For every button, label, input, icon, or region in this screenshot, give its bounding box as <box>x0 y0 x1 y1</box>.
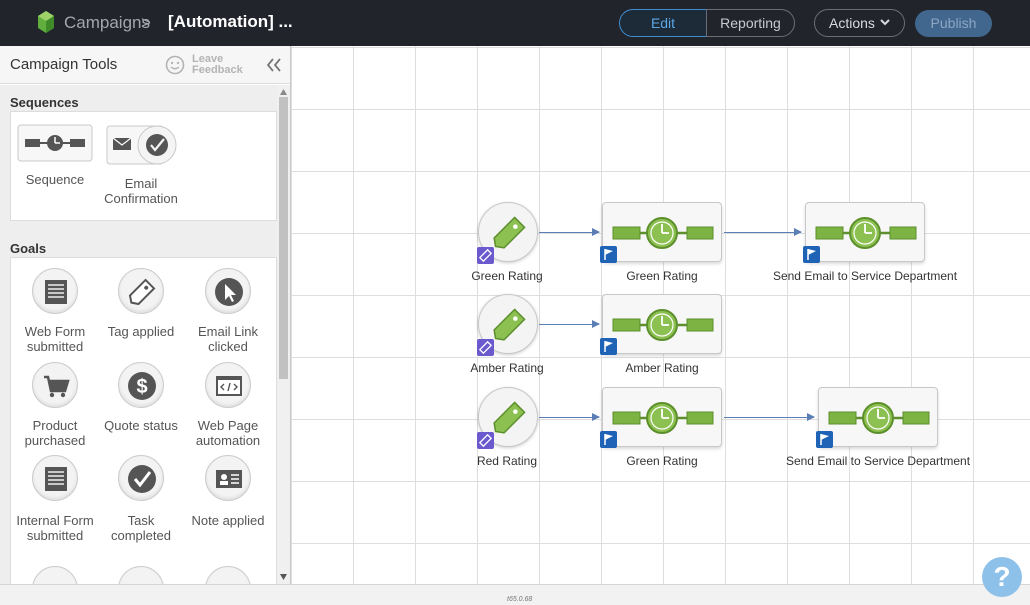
sequence-label: Green Rating <box>626 269 698 283</box>
tool-tag-applied[interactable]: Tag applied <box>101 268 181 358</box>
actions-button[interactable]: Actions <box>814 9 905 37</box>
tool-task-completed[interactable]: Task completed <box>101 455 181 555</box>
flag-badge-icon <box>600 431 617 448</box>
flag-badge-icon <box>600 338 617 355</box>
version-label: t65.0.68 <box>507 596 533 603</box>
sidebar-scroll-area[interactable]: Sequences Sequence Email Confirmation Go… <box>0 85 290 584</box>
feedback-line-2: Feedback <box>192 64 243 76</box>
tag-badge-icon <box>477 432 494 449</box>
sequence-node[interactable] <box>602 294 722 354</box>
tag-icon <box>118 268 164 314</box>
tool-email-link-label: Email Link clicked <box>198 324 258 354</box>
flag-badge-icon <box>803 246 820 263</box>
svg-text:$: $ <box>136 376 147 398</box>
sequence-label: Send Email to Service Department <box>785 454 971 468</box>
cart-icon <box>32 362 78 408</box>
web-page-code-icon <box>205 362 251 408</box>
note-card-icon <box>205 455 251 501</box>
connector-arrow <box>539 413 600 421</box>
scroll-down-icon[interactable] <box>280 574 287 580</box>
scroll-up-icon[interactable] <box>280 89 287 95</box>
sequence-timer-icon <box>828 402 930 434</box>
smiley-icon[interactable] <box>165 55 185 75</box>
web-form-icon <box>32 268 78 314</box>
publish-button[interactable]: Publish <box>915 10 992 37</box>
internal-form-icon <box>32 455 78 501</box>
tool-quote-status[interactable]: $ Quote status <box>101 362 181 452</box>
top-bar: Campaigns > [Automation] ... Edit Report… <box>0 0 1030 46</box>
goal-label: Amber Rating <box>470 361 544 375</box>
tool-note-applied-label: Note applied <box>191 513 265 528</box>
campaign-tools-sidebar: Campaign Tools Leave Feedback Sequences <box>0 46 291 584</box>
tool-email-confirmation[interactable]: Email Confirmation <box>101 124 181 206</box>
sidebar-scrollbar[interactable] <box>277 85 290 584</box>
tool-web-form-label: Web Form submitted <box>24 324 86 354</box>
tool-quote-status-label: Quote status <box>104 418 178 433</box>
tool-internal-form-label: Internal Form submitted <box>16 513 94 543</box>
sequence-node[interactable] <box>602 387 722 447</box>
email-confirmation-icon <box>106 125 177 165</box>
tool-task-completed-label: Task completed <box>111 513 171 543</box>
goal-partial-icon[interactable] <box>205 566 251 584</box>
goals-panel: Web Form submitted Tag applied Email Lin… <box>10 257 277 584</box>
flag-badge-icon <box>816 431 833 448</box>
connector-arrow <box>724 413 815 421</box>
tab-reporting[interactable]: Reporting <box>706 9 795 37</box>
sequence-timer-icon <box>612 217 714 249</box>
breadcrumb-campaigns[interactable]: Campaigns <box>64 13 150 33</box>
sidebar-title: Campaign Tools <box>10 56 118 73</box>
tool-sequence[interactable]: Sequence <box>15 124 95 194</box>
tool-tag-applied-label: Tag applied <box>107 324 175 339</box>
breadcrumb-separator: > <box>141 13 151 32</box>
tool-web-page-automation[interactable]: Web Page automation <box>188 362 268 452</box>
actions-label: Actions <box>829 15 875 31</box>
tool-web-form-submitted[interactable]: Web Form submitted <box>15 268 95 358</box>
sequence-icon <box>17 124 93 162</box>
tool-email-confirmation-label: Email Confirmation <box>104 176 178 206</box>
task-check-icon <box>118 455 164 501</box>
help-question-icon: ? <box>993 561 1011 592</box>
app-logo-icon <box>38 11 54 33</box>
sequence-node[interactable] <box>805 202 925 262</box>
sequence-node[interactable] <box>818 387 938 447</box>
cursor-icon <box>205 268 251 314</box>
goal-label: Red Rating <box>476 454 538 468</box>
tool-note-applied[interactable]: Note applied <box>188 455 268 555</box>
sequence-node[interactable] <box>602 202 722 262</box>
connector-arrow <box>539 228 600 236</box>
tag-badge-icon <box>477 339 494 356</box>
tab-edit[interactable]: Edit <box>619 9 707 37</box>
connector-arrow <box>724 228 802 236</box>
goal-partial-icon[interactable] <box>118 566 164 584</box>
sequence-label: Green Rating <box>626 454 698 468</box>
sequence-timer-icon <box>612 309 714 341</box>
sequence-label: Amber Rating <box>625 361 699 375</box>
section-sequences-label: Sequences <box>10 95 79 110</box>
flag-badge-icon <box>600 246 617 263</box>
sequences-panel: Sequence Email Confirmation <box>10 111 277 221</box>
connector-arrow <box>539 320 600 328</box>
leave-feedback-link[interactable]: Leave Feedback <box>192 54 243 76</box>
dollar-icon: $ <box>118 362 164 408</box>
sequence-timer-icon <box>815 217 917 249</box>
tool-internal-form-submitted[interactable]: Internal Form submitted <box>15 455 95 555</box>
tool-sequence-label: Sequence <box>25 172 85 187</box>
chevron-down-icon <box>880 19 890 26</box>
sidebar-header: Campaign Tools Leave Feedback <box>0 46 290 84</box>
section-goals-label: Goals <box>10 241 47 256</box>
campaign-title: [Automation] ... <box>168 12 293 31</box>
scroll-thumb[interactable] <box>279 97 288 379</box>
tool-product-purchased[interactable]: Product purchased <box>15 362 95 452</box>
sequence-timer-icon <box>612 402 714 434</box>
tag-badge-icon <box>477 247 494 264</box>
collapse-sidebar-icon[interactable] <box>266 52 282 78</box>
goal-partial-icon[interactable] <box>32 566 78 584</box>
campaign-canvas[interactable]: Green Rating Green Rating Send Email to … <box>291 46 1030 584</box>
sequence-label: Send Email to Service Department <box>772 269 958 283</box>
tool-product-purchased-label: Product purchased <box>24 418 86 448</box>
tool-email-link-clicked[interactable]: Email Link clicked <box>188 268 268 358</box>
goal-label: Green Rating <box>471 269 543 283</box>
tool-web-page-label: Web Page automation <box>195 418 261 448</box>
help-button[interactable]: ? <box>982 557 1022 597</box>
